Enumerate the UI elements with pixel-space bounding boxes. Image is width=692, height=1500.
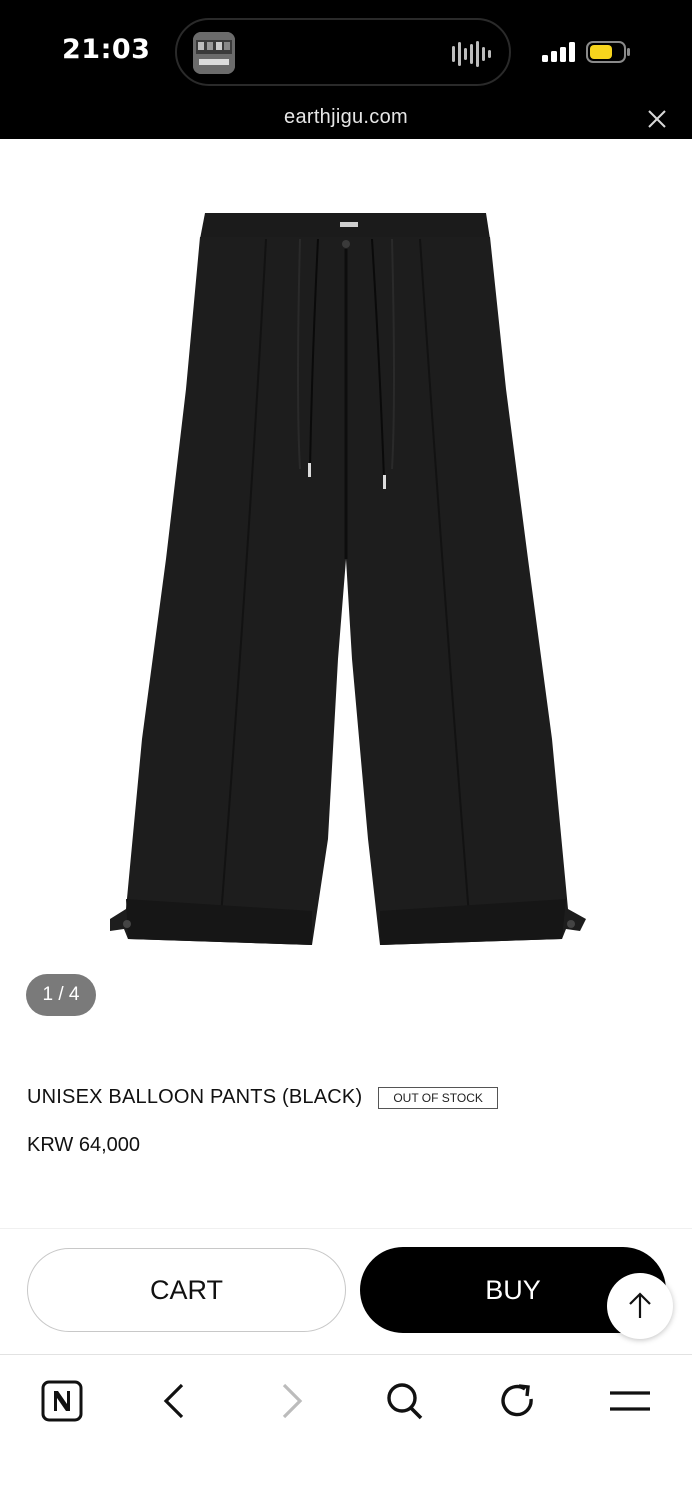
cart-button[interactable]: CART	[27, 1248, 346, 1332]
stock-badge: OUT OF STOCK	[378, 1086, 498, 1109]
product-title: UNISEX BALLOON PANTS (BLACK)	[27, 1086, 363, 1108]
battery-icon	[586, 41, 630, 63]
album-art-icon	[193, 32, 235, 74]
browser-nav-bar	[0, 1354, 692, 1500]
naver-icon[interactable]	[38, 1377, 86, 1425]
arrow-up-icon	[629, 1292, 651, 1318]
image-counter: 1 / 4	[26, 974, 96, 1016]
close-icon[interactable]	[646, 108, 668, 130]
music-wave-icon	[452, 41, 491, 67]
forward-icon[interactable]	[266, 1377, 314, 1425]
product-title-row: UNISEX BALLOON PANTS (BLACK) OUT OF STOC…	[27, 1086, 498, 1109]
status-bar: 21:03 earthjigu.com	[0, 0, 692, 139]
dynamic-island[interactable]	[175, 18, 511, 86]
scroll-top-button[interactable]	[607, 1273, 673, 1339]
black-balloon-pants-photo	[110, 213, 586, 945]
url-label[interactable]: earthjigu.com	[0, 106, 692, 129]
purchase-action-bar: CART BUY	[0, 1228, 692, 1354]
menu-icon[interactable]	[606, 1377, 654, 1425]
product-price: KRW 64,000	[27, 1134, 141, 1156]
status-time: 21:03	[62, 34, 151, 65]
back-icon[interactable]	[152, 1377, 200, 1425]
signal-icon	[542, 42, 575, 62]
search-icon[interactable]	[380, 1377, 428, 1425]
product-gallery[interactable]	[0, 139, 692, 1039]
refresh-icon[interactable]	[494, 1377, 542, 1425]
